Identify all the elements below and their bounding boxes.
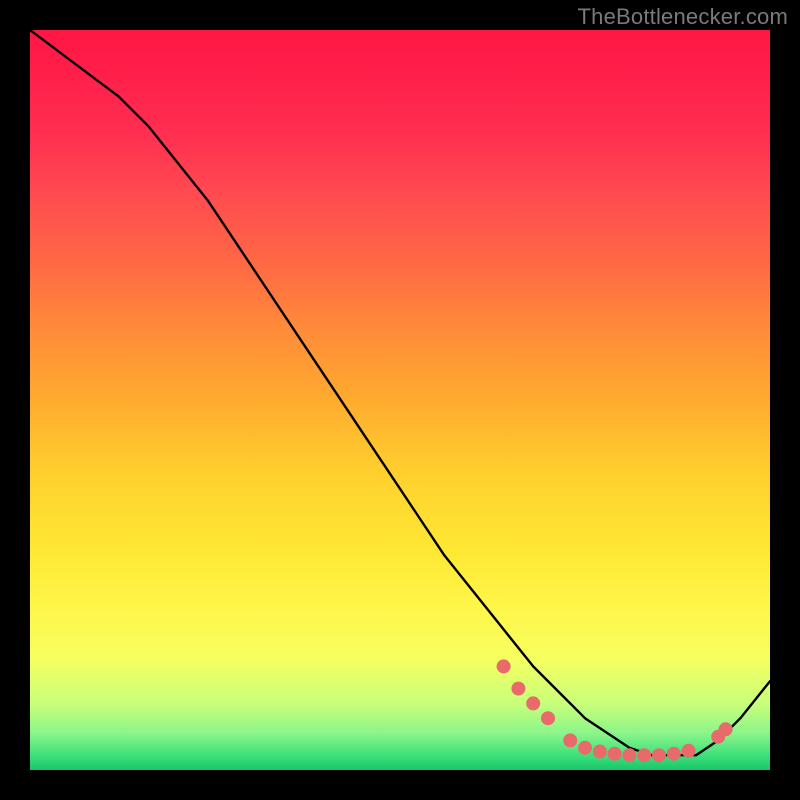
chart-stage: TheBottlenecker.com — [0, 0, 800, 800]
plot-area — [30, 30, 770, 770]
dots-group — [497, 659, 733, 762]
data-point-p12 — [667, 747, 681, 761]
data-point-p6 — [578, 741, 592, 755]
data-point-p15 — [719, 722, 733, 736]
dots-layer — [30, 30, 770, 770]
data-point-p1 — [497, 659, 511, 673]
data-point-p11 — [652, 748, 666, 762]
data-point-p13 — [682, 744, 696, 758]
data-point-p2 — [511, 682, 525, 696]
data-point-p5 — [563, 733, 577, 747]
data-point-p9 — [622, 748, 636, 762]
data-point-p7 — [593, 745, 607, 759]
data-point-p3 — [526, 696, 540, 710]
watermark-text: TheBottlenecker.com — [578, 4, 788, 30]
data-point-p4 — [541, 711, 555, 725]
data-point-p10 — [637, 748, 651, 762]
data-point-p8 — [608, 747, 622, 761]
